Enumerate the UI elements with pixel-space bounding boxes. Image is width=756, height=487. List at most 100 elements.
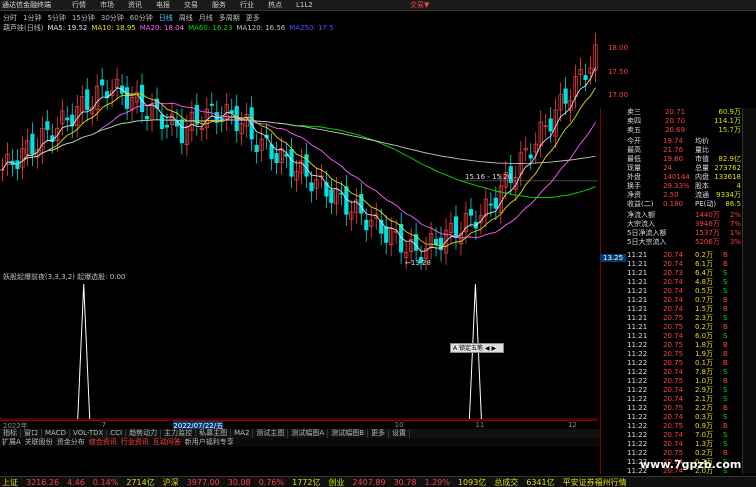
period-3[interactable]: 15分钟 xyxy=(72,13,95,23)
period-2[interactable]: 5分钟 xyxy=(47,13,65,23)
tick-time: 11:21 xyxy=(627,323,648,331)
menu-item-2[interactable]: 资讯 xyxy=(128,0,142,11)
indicator-tab[interactable]: 指标 xyxy=(0,429,21,438)
period-6[interactable]: 日线 xyxy=(159,13,173,23)
tick-price: 20.74 xyxy=(663,395,684,403)
candle xyxy=(468,209,474,216)
tick-price: 20.74 xyxy=(663,278,684,286)
quote-row: 外盘 140144 内盘 133618 xyxy=(601,173,756,182)
range-label: 15.16 - 15.20 xyxy=(465,173,512,181)
lock-popup[interactable]: A 锁定五笔 ◀ ▶ xyxy=(450,343,504,353)
ma-legend-item: MA60: 16.23 xyxy=(188,24,233,32)
tick-volume: 0.2万 xyxy=(695,251,714,259)
tick-side: B xyxy=(723,404,728,412)
indicator-tab[interactable]: 主力监控 xyxy=(161,429,197,438)
indicator-tab[interactable]: 设置 xyxy=(389,429,411,438)
quote-row: 最低 19.60 市值 82.9亿 xyxy=(601,155,756,164)
menu-item-7[interactable]: 热点 xyxy=(268,0,282,11)
indicator-tab[interactable]: 测试幅图B xyxy=(328,429,369,438)
info-tab[interactable]: 新用户福利专享 xyxy=(185,438,234,447)
indicator-tab[interactable]: 趋势动力 xyxy=(126,429,162,438)
tick-time: 11:22 xyxy=(627,404,648,412)
time-label: 12 xyxy=(568,421,578,429)
index-field: 2407.89 xyxy=(352,478,386,487)
menu-item-5[interactable]: 服务 xyxy=(212,0,226,11)
quote-panel: 卖三 20.71 60.9万 卖四 20.70 114.1万 卖五 20.69 15.7万 今开 1… xyxy=(600,108,756,484)
ma-legend-item: 葫芦娃(日线) xyxy=(3,24,44,32)
indicator-tab[interactable]: MA2 xyxy=(231,429,254,438)
candle xyxy=(100,79,105,86)
flow-pct: 3% xyxy=(729,238,741,246)
quote-row: 11:22 20.74 7.8万 S xyxy=(601,368,756,377)
indicator-tab[interactable]: 测试主图 xyxy=(253,429,289,438)
period-7[interactable]: 周线 xyxy=(179,13,193,23)
menu-item-6[interactable]: 行业 xyxy=(240,0,254,11)
info-tab[interactable]: 互动问答 xyxy=(153,438,181,447)
tick-side: B xyxy=(723,350,728,358)
info-tab[interactable]: 资金分布 xyxy=(57,438,85,447)
info-tab[interactable]: 扩展A xyxy=(2,438,21,447)
tick-volume: 0.9万 xyxy=(695,422,714,430)
menu-item-1[interactable]: 市场 xyxy=(100,0,114,11)
period-10[interactable]: 更多 xyxy=(246,13,260,23)
index-field: 总成交 xyxy=(494,478,519,487)
index-field: 1.29% xyxy=(424,478,450,487)
candle xyxy=(144,115,150,120)
candle xyxy=(528,154,533,159)
info-tab[interactable]: 综合资讯 xyxy=(89,438,117,447)
tick-volume: 2.2万 xyxy=(695,404,714,412)
sub-indicator-chart[interactable] xyxy=(0,280,598,420)
tick-price: 20.75 xyxy=(663,341,684,349)
indicator-tab[interactable]: MACD xyxy=(42,429,70,438)
candle xyxy=(85,89,90,111)
tick-price: 20.74 xyxy=(663,386,684,394)
period-8[interactable]: 月线 xyxy=(199,13,213,23)
tick-time: 11:21 xyxy=(627,278,648,286)
info-tab[interactable]: 关联股份 xyxy=(25,438,53,447)
kline-chart[interactable]: 15.16 - 15.20 ←13.28 xyxy=(0,33,598,270)
stat-key: 总量 xyxy=(695,164,709,172)
ma-legend-item: MA20: 18.04 xyxy=(139,24,185,32)
top-menu-bar: 通达信金融终端 行情 市场 资讯 电报 交易 服务 行业 热点 L1L2 交易▼ xyxy=(0,0,756,11)
app-title: 通达信金融终端 xyxy=(2,1,51,9)
index-field: 1093亿 xyxy=(457,478,487,487)
tick-price: 20.74 xyxy=(663,305,684,313)
tick-time: 11:21 xyxy=(627,332,648,340)
indicator-tab[interactable]: 窗口 xyxy=(21,429,42,438)
flow-value: 1537万 xyxy=(695,229,720,237)
tick-time: 11:21 xyxy=(627,305,648,313)
tick-side: S xyxy=(723,386,728,394)
tick-side: B xyxy=(723,260,728,268)
flow-value: 3946万 xyxy=(695,220,720,228)
tick-side: S xyxy=(723,287,728,295)
menu-item-8[interactable]: L1L2 xyxy=(296,0,313,11)
candle xyxy=(254,144,259,153)
candle xyxy=(364,219,369,231)
tick-price: 20.75 xyxy=(663,323,684,331)
period-4[interactable]: 30分钟 xyxy=(101,13,124,23)
indicator-tab[interactable]: 私募主图 xyxy=(196,429,232,438)
menu-item-0[interactable]: 行情 xyxy=(72,0,86,11)
indicator-tab[interactable]: 更多 xyxy=(368,429,390,438)
tick-volume: 7.8万 xyxy=(695,368,714,376)
menu-item-4[interactable]: 交易 xyxy=(184,0,198,11)
indicator-tab[interactable]: VOL-TDX xyxy=(70,429,108,438)
tick-time: 11:21 xyxy=(627,296,648,304)
time-axis: 2022年 7 2022/07/22/五 10 11 12 xyxy=(0,420,598,431)
quote-row: 5日大宗流入 5206万 3% xyxy=(601,238,756,247)
info-tab[interactable]: 行业资讯 xyxy=(121,438,149,447)
trade-menu[interactable]: 交易▼ xyxy=(410,0,429,11)
stat-key: 流通 xyxy=(695,191,709,199)
indicator-tab[interactable]: CCI xyxy=(107,429,127,438)
tick-volume: 6.1万 xyxy=(695,260,714,268)
period-0[interactable]: 分时 xyxy=(3,13,17,23)
indicator-tab[interactable]: 测试幅图A xyxy=(288,429,329,438)
tick-price: 20.74 xyxy=(663,332,684,340)
period-5[interactable]: 60分钟 xyxy=(130,13,153,23)
quote-row: 大宗流入 3946万 7% xyxy=(601,220,756,229)
candle xyxy=(209,103,214,106)
period-9[interactable]: 多周期 xyxy=(219,13,240,23)
scrollbar[interactable] xyxy=(742,108,756,474)
menu-item-3[interactable]: 电报 xyxy=(156,0,170,11)
period-1[interactable]: 1分钟 xyxy=(23,13,41,23)
